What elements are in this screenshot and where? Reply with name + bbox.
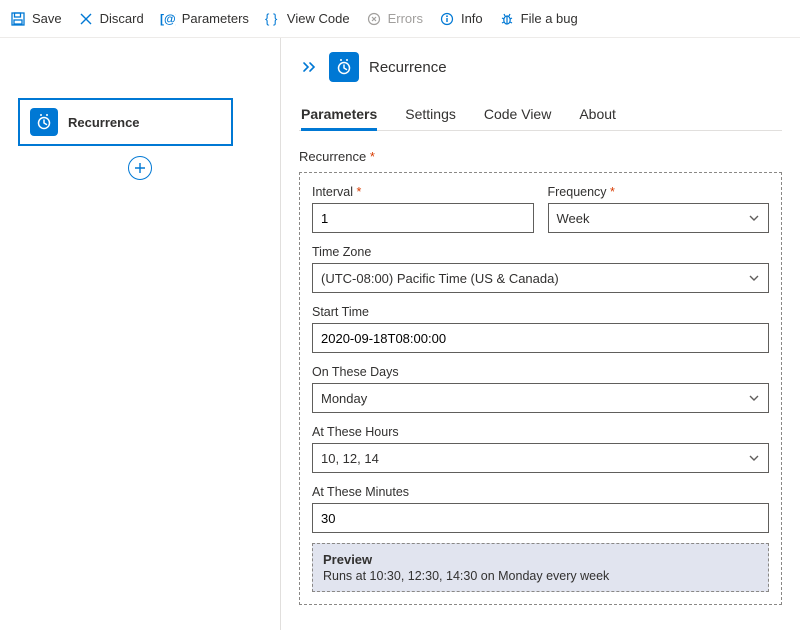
athours-select[interactable]: 10, 12, 14 — [312, 443, 769, 473]
panel-title: Recurrence — [369, 59, 447, 76]
details-panel: Recurrence Parameters Settings Code View… — [280, 38, 800, 630]
timezone-label: Time Zone — [312, 245, 769, 259]
recurrence-node[interactable]: Recurrence — [18, 98, 233, 146]
tab-settings[interactable]: Settings — [405, 100, 456, 130]
preview-box: Preview Runs at 10:30, 12:30, 14:30 on M… — [312, 543, 769, 592]
preview-text: Runs at 10:30, 12:30, 14:30 on Monday ev… — [323, 569, 758, 583]
info-button[interactable]: Info — [439, 11, 483, 27]
frequency-select[interactable]: Week — [548, 203, 770, 233]
svg-text:[@]: [@] — [160, 12, 176, 26]
file-bug-button[interactable]: File a bug — [499, 11, 578, 27]
save-button[interactable]: Save — [10, 11, 62, 27]
tab-about[interactable]: About — [579, 100, 616, 130]
code-icon: { } — [265, 11, 281, 27]
ondays-label: On These Days — [312, 365, 769, 379]
starttime-input[interactable] — [312, 323, 769, 353]
info-icon — [439, 11, 455, 27]
chevron-down-icon — [748, 212, 760, 224]
errors-button: Errors — [366, 11, 423, 27]
discard-button[interactable]: Discard — [78, 11, 144, 27]
add-step-button[interactable] — [128, 156, 152, 180]
panel-recurrence-icon — [329, 52, 359, 82]
bug-icon — [499, 11, 515, 27]
chevron-down-icon — [748, 452, 760, 464]
discard-icon — [78, 11, 94, 27]
atminutes-input[interactable] — [312, 503, 769, 533]
preview-title: Preview — [323, 552, 758, 567]
collapse-button[interactable] — [299, 59, 319, 75]
atminutes-label: At These Minutes — [312, 485, 769, 499]
designer-canvas: Recurrence — [0, 38, 280, 630]
chevron-down-icon — [748, 392, 760, 404]
starttime-label: Start Time — [312, 305, 769, 319]
recurrence-fieldset: Interval Frequency Week Time Zone (UTC-0… — [299, 172, 782, 605]
view-code-button[interactable]: { } View Code — [265, 11, 350, 27]
save-icon — [10, 11, 26, 27]
node-title: Recurrence — [68, 115, 140, 130]
workspace: Recurrence Recurrence Parameters Setting… — [0, 38, 800, 630]
svg-text:{ }: { } — [265, 12, 278, 26]
parameters-button[interactable]: [@] Parameters — [160, 11, 249, 27]
timezone-select[interactable]: (UTC-08:00) Pacific Time (US & Canada) — [312, 263, 769, 293]
tab-code-view[interactable]: Code View — [484, 100, 551, 130]
interval-label: Interval — [312, 185, 534, 199]
chevron-down-icon — [748, 272, 760, 284]
athours-label: At These Hours — [312, 425, 769, 439]
recurrence-node-icon — [30, 108, 58, 136]
ondays-select[interactable]: Monday — [312, 383, 769, 413]
errors-icon — [366, 11, 382, 27]
toolbar: Save Discard [@] Parameters { } View Cod… — [0, 0, 800, 38]
section-label: Recurrence — [299, 149, 782, 164]
interval-input[interactable] — [312, 203, 534, 233]
tab-parameters[interactable]: Parameters — [301, 100, 377, 131]
panel-header: Recurrence — [299, 52, 782, 82]
panel-tabs: Parameters Settings Code View About — [299, 100, 782, 131]
frequency-label: Frequency — [548, 185, 770, 199]
parameters-icon: [@] — [160, 11, 176, 27]
